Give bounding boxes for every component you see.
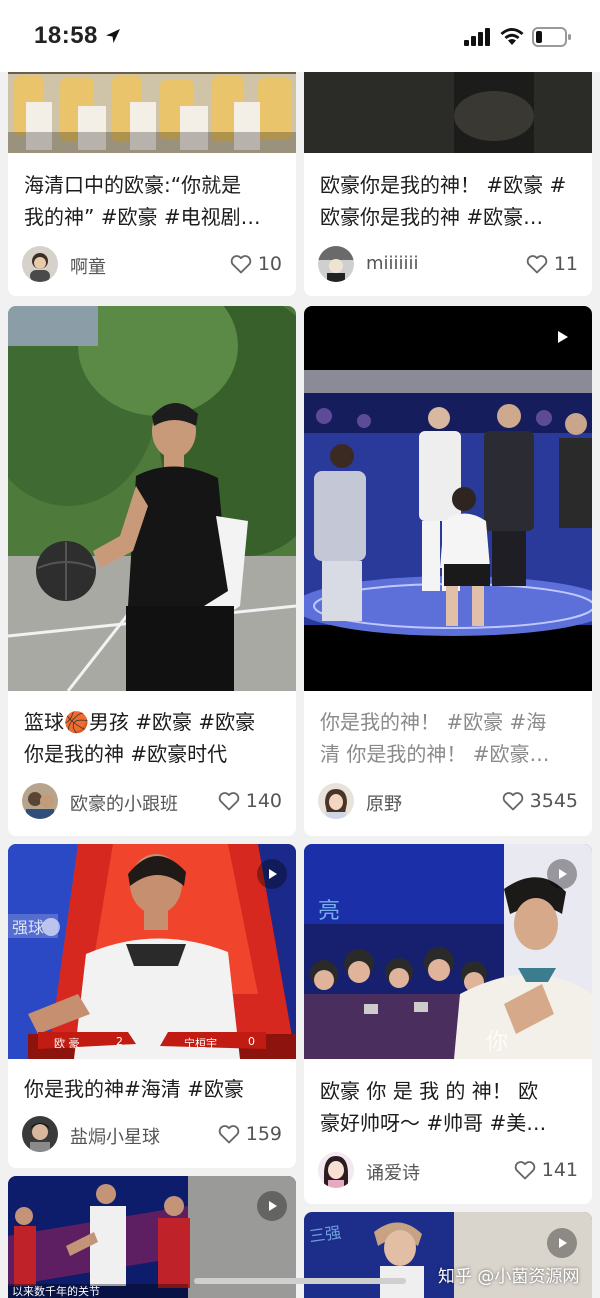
avatar[interactable] [22, 246, 58, 282]
card-meta: 欧豪的小跟班 140 [22, 783, 282, 821]
svg-text:强球: 强球 [12, 918, 44, 937]
card-title: 篮球🏀男孩 #欧豪 #欧豪 你是我的神 #欧豪时代 [24, 710, 256, 766]
wifi-icon [500, 28, 524, 45]
heart-outline-icon [218, 792, 239, 811]
card-title: 欧豪你是我的神！ #欧豪 # 欧豪你是我的神 #欧豪… [320, 173, 567, 229]
like-button[interactable]: 140 [218, 789, 282, 813]
video-caption: 以来数千年的关节 [12, 1285, 100, 1298]
heart-outline-icon [526, 255, 548, 274]
like-count: 10 [257, 253, 282, 275]
author-name[interactable]: 原野 [366, 790, 402, 816]
video-thumbnail[interactable]: 强球 欧 豪 2 宁桓宇 0 [8, 844, 296, 1059]
score-right-name: 宁桓宇 [184, 1037, 217, 1050]
status-time: 18:58 [34, 22, 98, 49]
score-left: 2 [116, 1035, 123, 1048]
battery-icon [532, 27, 571, 47]
like-button[interactable]: 141 [514, 1158, 578, 1182]
home-indicator[interactable] [194, 1278, 406, 1284]
svg-text:你: 你 [486, 1030, 508, 1055]
score-right: 0 [248, 1035, 255, 1048]
score-overlay: 欧 豪 2 宁桓宇 0 [38, 1034, 278, 1050]
feed-card[interactable]: 篮球🏀男孩 #欧豪 #欧豪 你是我的神 #欧豪时代 欧豪的小跟班 140 [8, 306, 296, 836]
like-count: 140 [245, 790, 282, 812]
card-meta: 原野 3545 [318, 783, 578, 821]
heart-outline-icon [514, 1161, 535, 1180]
heart-outline-icon [218, 1125, 239, 1144]
play-icon [257, 1191, 287, 1221]
like-button[interactable]: 10 [230, 252, 282, 276]
status-bar: 18:58 [0, 0, 600, 72]
author-name[interactable]: 欧豪的小跟班 [70, 790, 178, 816]
card-meta: miiiiiii 11 [318, 246, 578, 284]
photo-thumbnail[interactable] [8, 306, 296, 691]
play-icon [547, 322, 577, 352]
like-count: 159 [245, 1123, 282, 1145]
video-thumbnail[interactable] [304, 306, 592, 691]
video-thumbnail[interactable]: 亮 你 [304, 844, 592, 1059]
author-name[interactable]: 啊童 [70, 253, 106, 279]
like-count: 3545 [529, 790, 578, 812]
score-left-name: 欧 豪 [54, 1037, 80, 1050]
card-title: 你是我的神！ #欧豪 #海 清 你是我的神！ #欧豪… [320, 710, 550, 766]
avatar[interactable] [318, 246, 354, 282]
heart-outline-icon [502, 792, 523, 811]
feed-card[interactable]: 欧豪你是我的神！ #欧豪 # 欧豪你是我的神 #欧豪… miiiiiii 11 [304, 56, 592, 296]
play-icon [547, 1228, 577, 1258]
like-button[interactable]: 159 [218, 1122, 282, 1146]
card-meta: 啊童 10 [22, 246, 282, 284]
avatar[interactable] [22, 1116, 58, 1152]
cellular-signal-icon [464, 28, 490, 46]
card-meta: 诵爱诗 141 [318, 1152, 578, 1190]
avatar[interactable] [22, 783, 58, 819]
like-button[interactable]: 11 [526, 252, 578, 276]
like-count: 141 [541, 1159, 578, 1181]
feed-card[interactable]: 海清口中的欧豪:“你就是 我的神” #欧豪 #电视剧… 啊童 10 [8, 56, 296, 296]
feed-card[interactable]: 亮 你 欧豪 你 是 我 的 神！ 欧 豪好帅呀～ #帅哥 #美… 诵爱诗 14… [304, 844, 592, 1204]
svg-text:亮: 亮 [318, 899, 340, 924]
heart-outline-icon [230, 255, 252, 274]
card-title: 欧豪 你 是 我 的 神！ 欧 豪好帅呀～ #帅哥 #美… [320, 1079, 547, 1135]
watermark: 知乎 @小菌资源网 [438, 1267, 580, 1287]
like-count: 11 [553, 253, 578, 275]
author-name[interactable]: miiiiiii [366, 253, 419, 274]
like-button[interactable]: 3545 [502, 789, 578, 813]
avatar[interactable] [318, 783, 354, 819]
feed-card[interactable]: 你是我的神！ #欧豪 #海 清 你是我的神！ #欧豪… 原野 3545 [304, 306, 592, 836]
feed-card[interactable]: 强球 欧 豪 2 宁桓宇 0 你是我的神#海清 #欧豪 盐焗小星球 159 [8, 844, 296, 1168]
card-title: 你是我的神#海清 #欧豪 [24, 1077, 244, 1101]
card-meta: 盐焗小星球 159 [22, 1116, 282, 1154]
avatar[interactable] [318, 1152, 354, 1188]
location-arrow-icon [106, 29, 120, 43]
author-name[interactable]: 诵爱诗 [366, 1159, 420, 1185]
play-icon [257, 859, 287, 889]
play-icon [547, 859, 577, 889]
card-title: 海清口中的欧豪:“你就是 我的神” #欧豪 #电视剧… [24, 173, 261, 229]
author-name[interactable]: 盐焗小星球 [70, 1123, 160, 1149]
